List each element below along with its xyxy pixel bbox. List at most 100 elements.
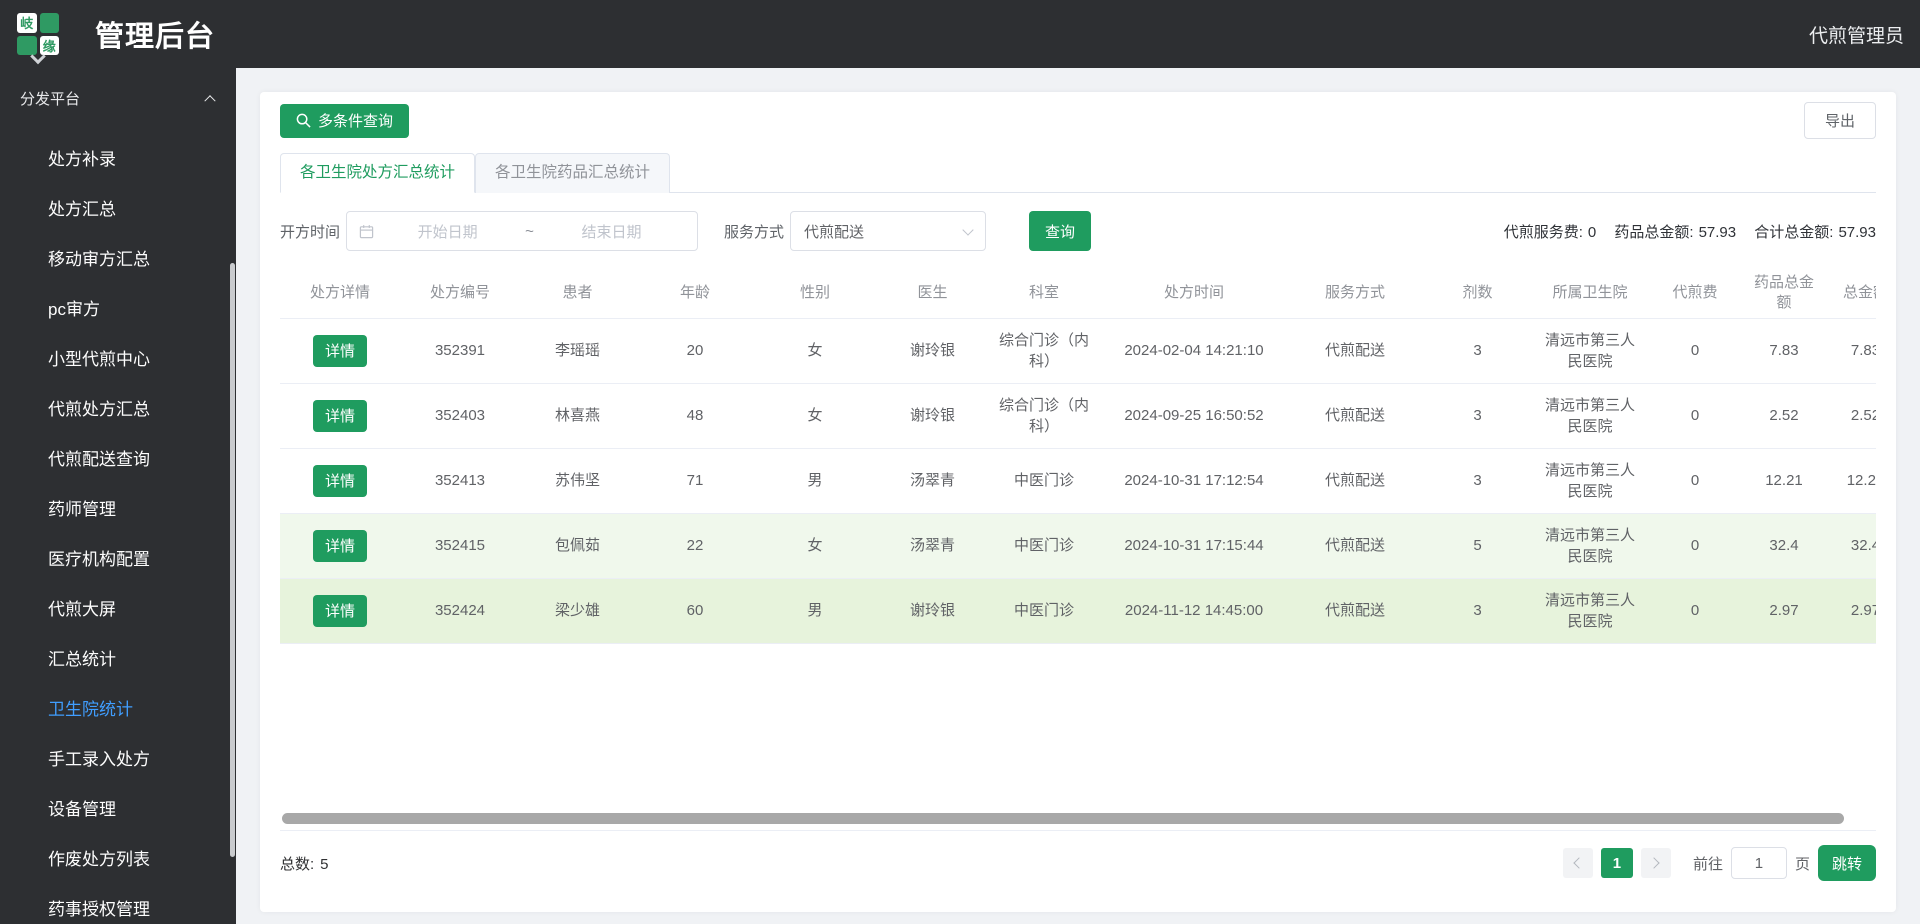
column-header: 处方编号 bbox=[400, 268, 520, 319]
tab[interactable]: 各卫生院处方汇总统计 bbox=[280, 153, 476, 193]
top-header: 岐 缘 管理后台 代煎管理员 bbox=[0, 0, 1920, 68]
sidebar: 分发平台 处方补录 处方汇总 移动审方汇总 pc审方 小型代煎中心 代煎处方汇总 代煎配送查… bbox=[0, 68, 236, 924]
summary-stats: 代煎服务费: 0 药品总金额: 57.93 合计总金额: 57.93 bbox=[1490, 221, 1876, 242]
cell-dept: 综合门诊（内科） bbox=[990, 318, 1098, 384]
pagination: 1 前往 页 跳转 bbox=[1555, 845, 1876, 881]
query-button[interactable]: 查询 bbox=[1029, 211, 1092, 251]
cell-age: 71 bbox=[635, 448, 755, 514]
service-type-value: 代煎配送 bbox=[804, 223, 865, 241]
cell-doses: 3 bbox=[1420, 318, 1535, 384]
next-page-button[interactable] bbox=[1640, 848, 1671, 878]
multi-query-label: 多条件查询 bbox=[318, 113, 394, 130]
cell-age: 22 bbox=[635, 513, 755, 579]
detail-button[interactable]: 详情 bbox=[312, 594, 367, 627]
sidebar-item[interactable]: 移动审方汇总 bbox=[0, 232, 236, 282]
table-row[interactable]: 详情 352413 苏伟坚 71 男汤翠青 中医门诊 2024-10-31 17:12:54… bbox=[280, 448, 1876, 514]
sidebar-group-toggle[interactable]: 分发平台 bbox=[0, 76, 236, 120]
end-date-input[interactable]: 结束日期 bbox=[538, 221, 685, 242]
cell-doses: 3 bbox=[1420, 383, 1535, 449]
cell-gender: 女 bbox=[755, 318, 875, 384]
cell-gender: 女 bbox=[755, 383, 875, 449]
current-user[interactable]: 代煎管理员 bbox=[1809, 21, 1904, 48]
multi-query-button[interactable]: 多条件查询 bbox=[280, 103, 410, 138]
sidebar-item[interactable]: 卫生院统计 bbox=[0, 682, 236, 732]
total-count: 总数: 5 bbox=[280, 853, 329, 874]
sidebar-item[interactable]: 代煎大屏 bbox=[0, 582, 236, 632]
detail-button[interactable]: 详情 bbox=[312, 464, 367, 497]
cell-dept: 中医门诊 bbox=[990, 448, 1098, 514]
sidebar-item[interactable]: 汇总统计 bbox=[0, 632, 236, 682]
service-type-select[interactable]: 代煎配送 bbox=[790, 211, 987, 251]
logo-char-bottom: 缘 bbox=[39, 35, 59, 55]
cell-drug_total: 7.83 bbox=[1745, 318, 1823, 384]
sidebar-scrollbar[interactable] bbox=[230, 263, 235, 857]
calendar-icon bbox=[359, 224, 374, 238]
column-header: 医生 bbox=[875, 268, 990, 319]
date-separator: ~ bbox=[525, 222, 534, 240]
cell-time: 2024-11-12 14:45:00 bbox=[1098, 578, 1290, 644]
sidebar-item[interactable]: 医疗机构配置 bbox=[0, 532, 236, 582]
cell-id: 352424 bbox=[400, 578, 520, 644]
table-row[interactable]: 详情 352403 林喜燕 48 女谢玲银 综合门诊（内科） 2024-09-25 16:5… bbox=[280, 383, 1876, 449]
start-date-input[interactable]: 开始日期 bbox=[374, 221, 521, 242]
column-header: 剂数 bbox=[1420, 268, 1535, 319]
detail-button[interactable]: 详情 bbox=[312, 399, 367, 432]
chevron-right-icon bbox=[1648, 857, 1661, 869]
cell-gender: 男 bbox=[755, 578, 875, 644]
cell-age: 20 bbox=[635, 318, 755, 384]
page-1-button[interactable]: 1 bbox=[1600, 848, 1633, 878]
sidebar-item[interactable]: 代煎配送查询 bbox=[0, 432, 236, 482]
cell-detail: 详情 bbox=[280, 448, 400, 514]
date-range-picker[interactable]: 开始日期 ~ 结束日期 bbox=[346, 211, 699, 251]
sidebar-item[interactable]: 药师管理 bbox=[0, 482, 236, 532]
horizontal-scrollbar[interactable] bbox=[282, 813, 1844, 824]
cell-doses: 3 bbox=[1420, 448, 1535, 514]
cell-doctor: 谢玲银 bbox=[875, 383, 990, 449]
prev-page-button[interactable] bbox=[1562, 848, 1593, 878]
cell-fee: 0 bbox=[1645, 448, 1745, 514]
cell-fee: 0 bbox=[1645, 513, 1745, 579]
table-row[interactable]: 详情 352424 梁少雄 60 男谢玲银 中医门诊 2024-11-12 14:45:00… bbox=[280, 578, 1876, 644]
cell-total: 2.52 bbox=[1823, 383, 1876, 449]
cell-age: 60 bbox=[635, 578, 755, 644]
sidebar-item[interactable]: 小型代煎中心 bbox=[0, 332, 236, 382]
sidebar-item[interactable]: 代煎处方汇总 bbox=[0, 382, 236, 432]
sidebar-item[interactable]: pc审方 bbox=[0, 282, 236, 332]
column-header: 所属卫生院 bbox=[1535, 268, 1645, 319]
cell-patient: 梁少雄 bbox=[520, 578, 635, 644]
cell-drug_total: 12.21 bbox=[1745, 448, 1823, 514]
cell-total: 32.4 bbox=[1823, 513, 1876, 579]
detail-button[interactable]: 详情 bbox=[312, 529, 367, 562]
export-button[interactable]: 导出 bbox=[1803, 102, 1876, 139]
cell-drug_total: 2.97 bbox=[1745, 578, 1823, 644]
column-header: 服务方式 bbox=[1290, 268, 1420, 319]
cell-fee: 0 bbox=[1645, 578, 1745, 644]
detail-button[interactable]: 详情 bbox=[312, 334, 367, 367]
main-content: 多条件查询 导出 各卫生院处方汇总统计 各卫生院药品汇总统计 开方时间 开始日期 … bbox=[236, 68, 1920, 924]
cell-detail: 详情 bbox=[280, 383, 400, 449]
sidebar-item[interactable]: 设备管理 bbox=[0, 782, 236, 832]
grand-total-value: 57.93 bbox=[1838, 223, 1876, 241]
sidebar-item[interactable]: 手工录入处方 bbox=[0, 732, 236, 782]
table-row[interactable]: 详情 352391 李瑶瑶 20 女谢玲银 综合门诊（内科） 2024-02-04 14:2… bbox=[280, 318, 1876, 384]
chevron-up-icon bbox=[204, 95, 216, 107]
column-header: 患者 bbox=[520, 268, 635, 319]
tab[interactable]: 各卫生院药品汇总统计 bbox=[475, 153, 671, 193]
sidebar-item[interactable]: 处方补录 bbox=[0, 132, 236, 182]
sidebar-group-label: 分发平台 bbox=[20, 90, 81, 108]
jump-button[interactable]: 跳转 bbox=[1817, 845, 1876, 881]
cell-time: 2024-09-25 16:50:52 bbox=[1098, 383, 1290, 449]
service-filter-label: 服务方式 bbox=[724, 223, 785, 241]
cell-detail: 详情 bbox=[280, 578, 400, 644]
sidebar-item[interactable]: 处方汇总 bbox=[0, 182, 236, 232]
cell-doctor: 谢玲银 bbox=[875, 578, 990, 644]
cell-id: 352413 bbox=[400, 448, 520, 514]
cell-patient: 林喜燕 bbox=[520, 383, 635, 449]
goto-page-input[interactable] bbox=[1730, 847, 1787, 879]
sidebar-item[interactable]: 药事授权管理 bbox=[0, 882, 236, 924]
drug-total-value: 57.93 bbox=[1698, 223, 1737, 241]
column-header: 科室 bbox=[990, 268, 1098, 319]
sidebar-item[interactable]: 作废处方列表 bbox=[0, 832, 236, 882]
table-row[interactable]: 详情 352415 包佩茹 22 女汤翠青 中医门诊 2024-10-31 17:15:44… bbox=[280, 513, 1876, 579]
cell-dept: 综合门诊（内科） bbox=[990, 383, 1098, 449]
